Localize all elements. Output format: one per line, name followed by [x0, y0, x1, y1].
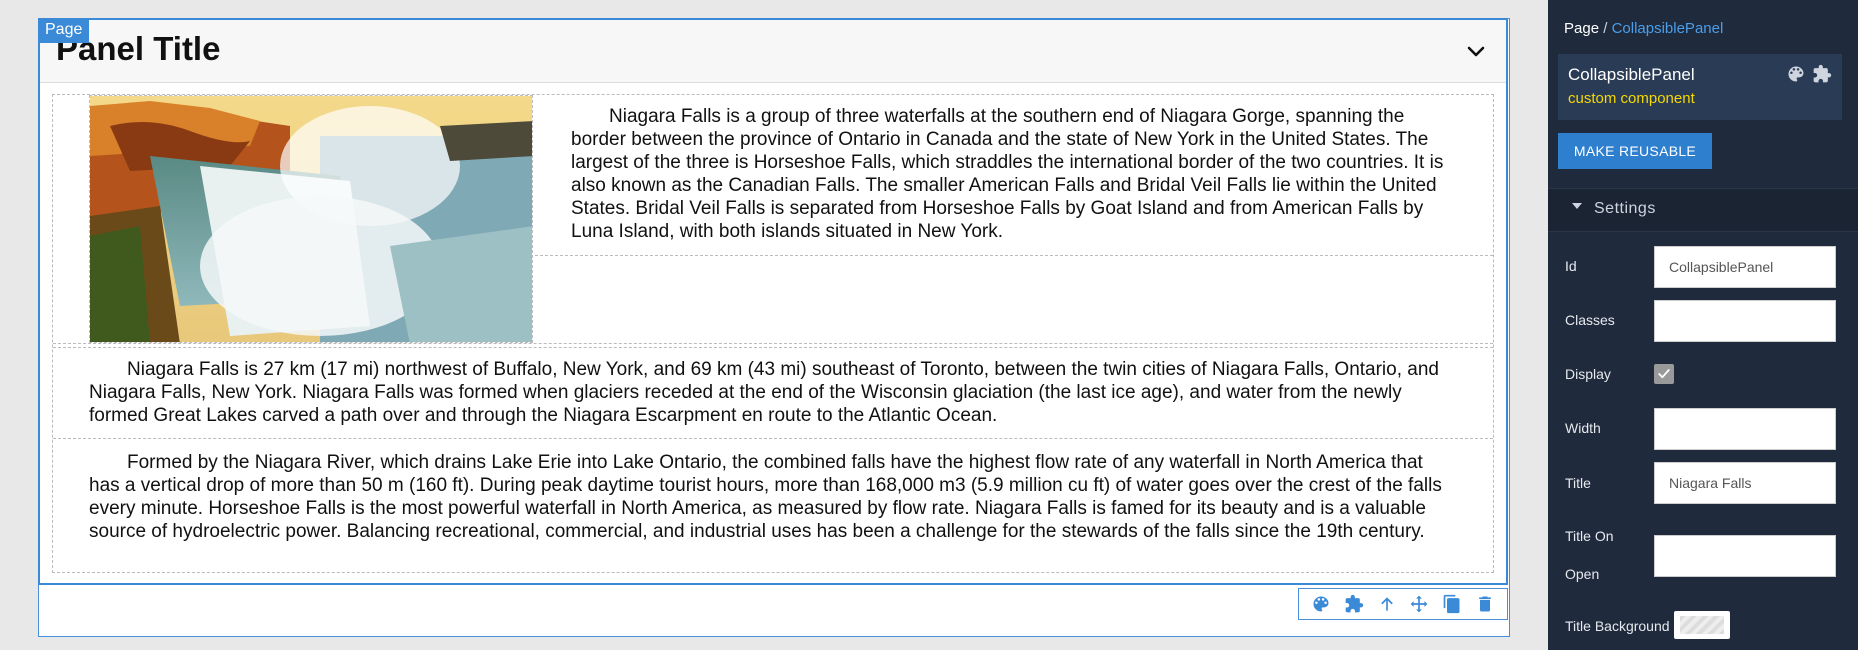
- transparent-swatch: [1680, 616, 1724, 634]
- paragraph: Niagara Falls is 27 km (17 mi) northwest…: [89, 359, 1439, 426]
- palette-icon[interactable]: [1310, 593, 1332, 615]
- breadcrumb-current[interactable]: CollapsiblePanel: [1612, 20, 1724, 37]
- color-swatch[interactable]: [1674, 611, 1730, 639]
- title-field[interactable]: [1654, 462, 1836, 504]
- title-label: Title: [1565, 475, 1591, 491]
- panel-header[interactable]: Panel Title: [40, 20, 1506, 83]
- content-row: Niagara Falls is 27 km (17 mi) northwest…: [53, 347, 1493, 439]
- trash-icon[interactable]: [1474, 593, 1496, 615]
- breadcrumb-root[interactable]: Page: [1564, 20, 1599, 37]
- move-icon[interactable]: [1408, 593, 1430, 615]
- caret-down-icon: [1572, 203, 1582, 209]
- element-toolbar: [1298, 588, 1508, 620]
- paragraph: Formed by the Niagara River, which drain…: [89, 452, 1442, 542]
- display-label: Display: [1565, 366, 1611, 382]
- title-on-open-label: Title On: [1565, 528, 1614, 544]
- display-checkbox[interactable]: [1654, 364, 1674, 384]
- component-info: CollapsiblePanel custom component: [1558, 54, 1842, 120]
- palette-icon[interactable]: [1786, 64, 1806, 89]
- settings-section-header[interactable]: Settings: [1548, 188, 1858, 232]
- breadcrumb: Page / CollapsiblePanel: [1564, 20, 1723, 37]
- breadcrumb-separator: /: [1603, 20, 1608, 37]
- copy-icon[interactable]: [1441, 593, 1463, 615]
- arrow-up-icon[interactable]: [1376, 593, 1398, 615]
- panel-body: Niagara Falls is a group of three waterf…: [52, 94, 1494, 573]
- collapsible-panel[interactable]: Panel Title Niagara Falls is a group of …: [38, 18, 1508, 585]
- editor-canvas: Panel Title Niagara Falls is a group of …: [0, 0, 1548, 650]
- component-subtitle: custom component: [1568, 90, 1695, 107]
- waterfall-image[interactable]: [89, 95, 533, 343]
- width-field[interactable]: [1654, 408, 1836, 450]
- classes-field[interactable]: [1654, 300, 1836, 342]
- content-row: Formed by the Niagara River, which drain…: [53, 441, 1493, 579]
- component-icons: [1786, 64, 1832, 89]
- text-cell: Niagara Falls is a group of three waterf…: [535, 95, 1493, 256]
- content-row: Niagara Falls is a group of three waterf…: [53, 95, 1493, 344]
- id-label: Id: [1565, 258, 1577, 274]
- properties-sidebar: Page / CollapsiblePanel CollapsiblePanel…: [1548, 0, 1858, 650]
- id-field[interactable]: [1654, 246, 1836, 288]
- width-label: Width: [1565, 420, 1601, 436]
- puzzle-icon[interactable]: [1343, 593, 1365, 615]
- title-on-open-label-line2: Open: [1565, 566, 1600, 582]
- settings-label: Settings: [1594, 200, 1656, 217]
- paragraph: Niagara Falls is a group of three waterf…: [571, 106, 1444, 242]
- title-on-open-field[interactable]: [1654, 535, 1836, 577]
- component-name: CollapsiblePanel: [1568, 65, 1695, 84]
- chevron-down-icon[interactable]: [1464, 40, 1488, 64]
- make-reusable-button[interactable]: MAKE REUSABLE: [1558, 133, 1712, 169]
- title-background-label: Title Background: [1565, 618, 1670, 634]
- puzzle-icon[interactable]: [1812, 64, 1832, 89]
- classes-label: Classes: [1565, 312, 1615, 328]
- page-tag: Page: [38, 18, 90, 43]
